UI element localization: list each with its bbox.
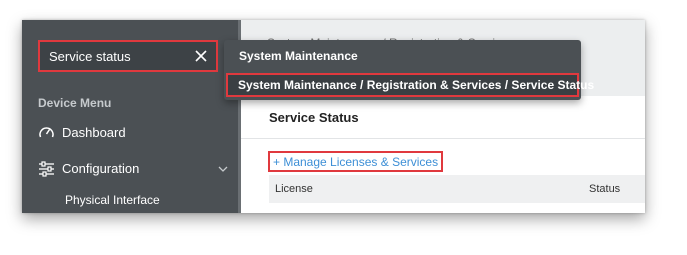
page-title: Service Status <box>269 110 359 125</box>
sliders-icon <box>39 161 54 177</box>
chevron-down-icon <box>218 166 228 172</box>
column-header-status: Status <box>589 183 621 195</box>
sidebar-item-configuration[interactable]: Configuration <box>22 154 238 184</box>
search-result-label: System Maintenance / Registration & Serv… <box>238 78 595 92</box>
sidebar-item-label: Configuration <box>62 161 140 176</box>
main-content: Service Status + Manage Licenses & Servi… <box>241 96 645 213</box>
gauge-icon <box>39 127 54 138</box>
close-icon[interactable] <box>190 45 212 67</box>
search-input[interactable]: Service status <box>38 40 218 72</box>
device-menu-header: Device Menu <box>38 96 112 110</box>
column-header-license: License <box>275 183 313 195</box>
sidebar-subitem-physical-interface[interactable]: Physical Interface <box>65 193 160 207</box>
search-result-item[interactable]: System Maintenance / Registration & Serv… <box>226 73 594 97</box>
sidebar: Service status Device Menu Dashboard Con… <box>22 20 238 213</box>
search-result-category: System Maintenance <box>239 49 358 63</box>
manage-licenses-link[interactable]: + Manage Licenses & Services <box>268 151 444 172</box>
sidebar-item-dashboard[interactable]: Dashboard <box>22 118 238 148</box>
search-results-dropdown: System Maintenance System Maintenance / … <box>224 40 594 100</box>
search-input-value: Service status <box>49 49 131 64</box>
table-header: License Status <box>269 175 645 203</box>
sidebar-item-label: Dashboard <box>62 125 126 140</box>
divider <box>241 138 645 139</box>
